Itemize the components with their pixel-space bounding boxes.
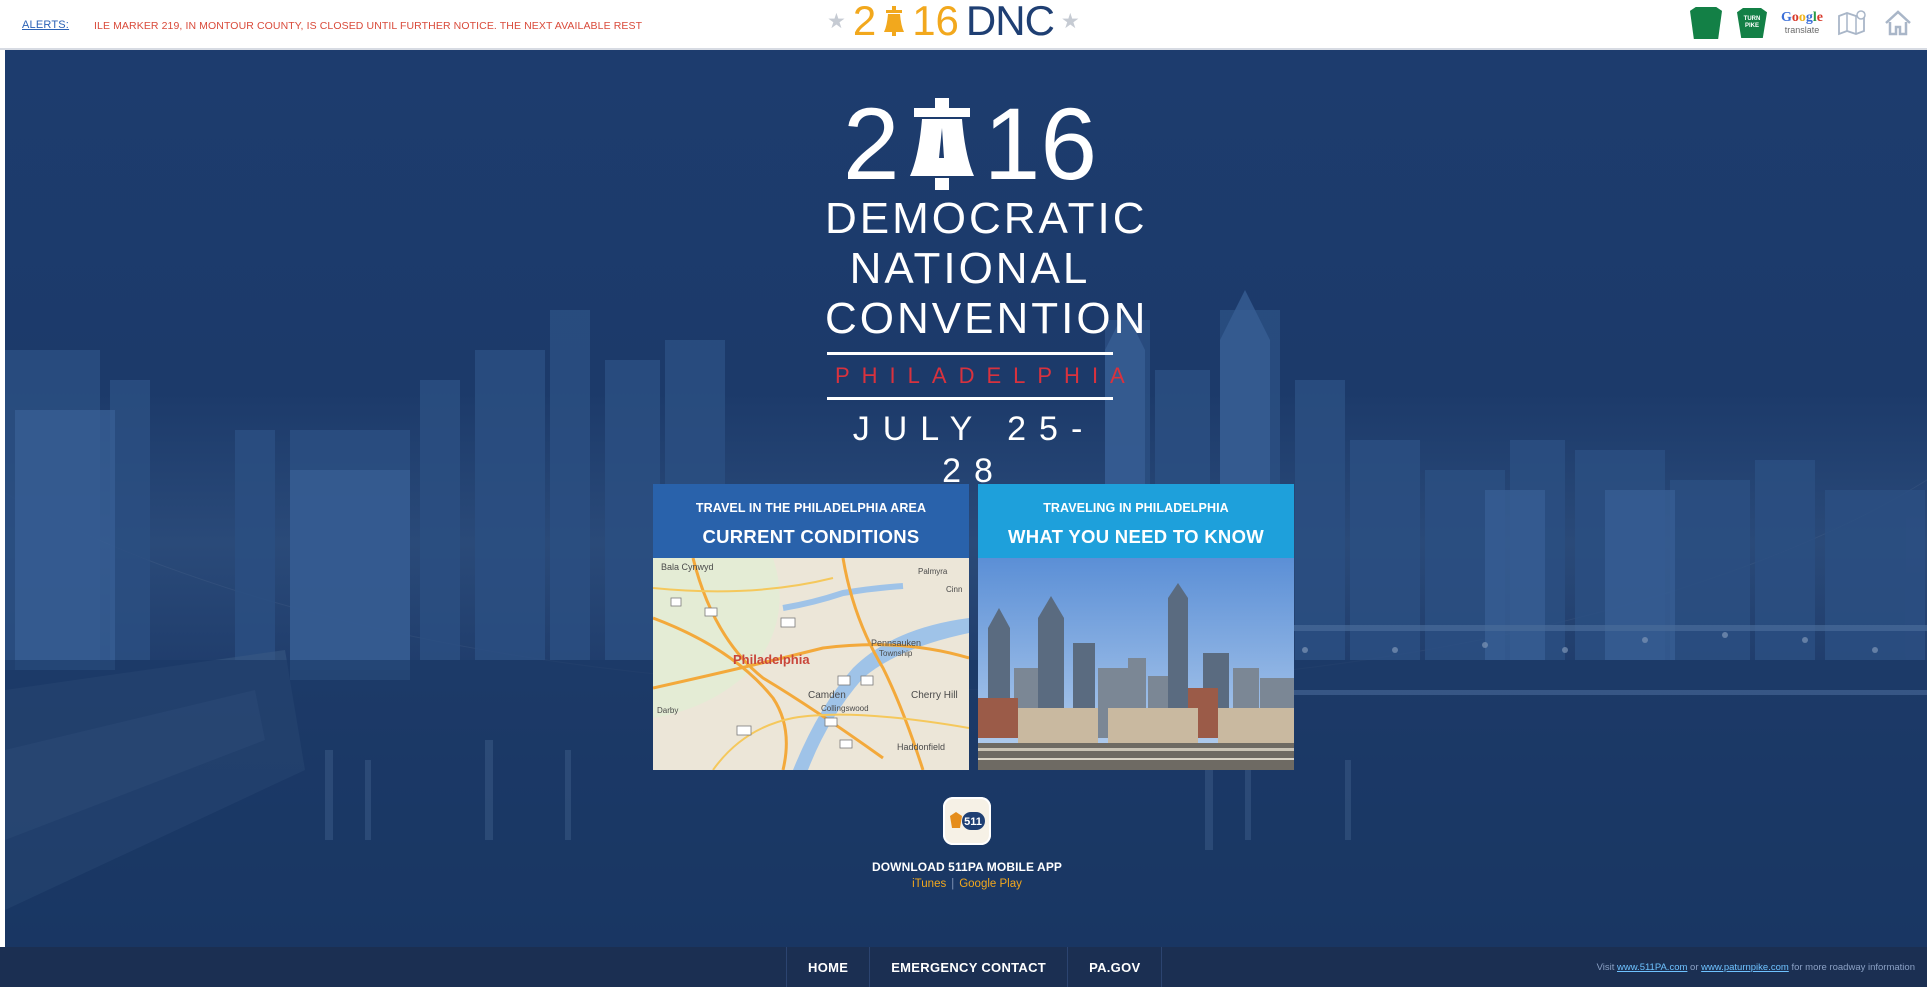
- note-prefix: Visit: [1596, 962, 1615, 973]
- link-separator: |: [951, 878, 955, 890]
- card-header: TRAVELING IN PHILADELPHIA WHAT YOU NEED …: [978, 484, 1294, 558]
- card-subtitle: TRAVELING IN PHILADELPHIA: [1043, 501, 1229, 515]
- liberty-bell-icon: [909, 98, 974, 190]
- logo-convention: CONVENTION: [825, 294, 1149, 343]
- footer-nav: HOME EMERGENCY CONTACT PA.GOV: [786, 947, 1163, 987]
- card-title: WHAT YOU NEED TO KNOW: [1007, 526, 1265, 547]
- star-icon: ★: [1060, 9, 1080, 33]
- card-subtitle: TRAVEL IN THE PHILADELPHIA AREA: [695, 501, 927, 515]
- map-label: Darby: [657, 706, 678, 715]
- alerts-link[interactable]: ALERTS:: [22, 19, 69, 31]
- map-label: Collingswood: [821, 704, 869, 713]
- current-conditions-card[interactable]: TRAVEL IN THE PHILADELPHIA AREA CURRENT …: [653, 484, 969, 770]
- card-header: TRAVEL IN THE PHILADELPHIA AREA CURRENT …: [653, 484, 969, 558]
- map-label: Pennsauken: [871, 638, 921, 648]
- turnpike-text: TURN PIKE: [1737, 8, 1767, 38]
- map-label: Township: [879, 649, 913, 658]
- logo-national: NATIONAL: [849, 244, 1091, 293]
- footer-nav-pa-gov[interactable]: PA.GOV: [1067, 947, 1163, 987]
- year-digit-2: 2: [842, 87, 900, 201]
- map-icon[interactable]: [1835, 6, 1869, 40]
- star-icon: ★: [827, 9, 846, 33]
- top-icon-group: TURN PIKE Google translate: [1689, 6, 1915, 40]
- card-title: CURRENT CONDITIONS: [702, 526, 920, 547]
- liberty-bell-icon: [884, 6, 905, 36]
- logo-divider: [827, 397, 1113, 400]
- link-511pa[interactable]: www.511PA.com: [1617, 962, 1687, 973]
- footer-note: Visit www.511PA.com or www.paturnpike.co…: [1597, 962, 1915, 973]
- philadelphia-map-thumbnail[interactable]: Bala Cynwyd Palmyra Cinn Philadelphia Pe…: [653, 558, 969, 770]
- dnc-2016-logo: 2 16 DEMOCRATIC NATIONAL CONVENTION PHIL…: [825, 87, 1149, 492]
- logo-divider: [827, 352, 1113, 355]
- app-badge-text: 511: [964, 816, 982, 828]
- logo-dnc: DNC: [965, 0, 1055, 44]
- 511pa-app-icon[interactable]: 511: [943, 797, 991, 845]
- year-digits-16: 16: [983, 87, 1098, 201]
- app-store-links: iTunes | Google Play: [785, 878, 1149, 890]
- download-app-label: DOWNLOAD 511PA MOBILE APP: [871, 860, 1063, 874]
- map-label: Bala Cynwyd: [661, 562, 714, 572]
- google-play-link[interactable]: Google Play: [959, 878, 1022, 890]
- alert-ticker[interactable]: ILE MARKER 219, IN MONTOUR COUNTY, IS CL…: [94, 20, 654, 32]
- home-icon[interactable]: [1881, 6, 1915, 40]
- pa-turnpike-icon[interactable]: TURN PIKE: [1735, 6, 1769, 40]
- what-you-need-to-know-card[interactable]: TRAVELING IN PHILADELPHIA WHAT YOU NEED …: [978, 484, 1294, 770]
- map-label: Haddonfield: [897, 742, 945, 752]
- dnc-header-logo[interactable]: ★ 2 16 DNC ★: [827, 0, 1080, 42]
- map-label: Camden: [808, 690, 846, 701]
- hero-section: 2 16 DEMOCRATIC NATIONAL CONVENTION PHIL…: [5, 50, 1927, 947]
- logo-democratic: DEMOCRATIC: [825, 194, 1148, 243]
- map-label: Palmyra: [918, 567, 948, 576]
- note-suffix: for more roadway information: [1791, 962, 1915, 973]
- convention-dates: JULY 25-28: [852, 410, 1096, 490]
- top-bar: ALERTS: ILE MARKER 219, IN MONTOUR COUNT…: [0, 0, 1927, 50]
- map-label: Cherry Hill: [911, 690, 958, 701]
- google-translate-button[interactable]: Google translate: [1781, 7, 1823, 39]
- footer-nav-emergency-contact[interactable]: EMERGENCY CONTACT: [869, 947, 1067, 987]
- link-paturnpike[interactable]: www.paturnpike.com: [1701, 962, 1789, 973]
- logo-digit-2: 2: [852, 0, 877, 44]
- google-word: Google: [1781, 10, 1823, 25]
- google-translate-label: translate: [1784, 25, 1820, 35]
- footer: HOME EMERGENCY CONTACT PA.GOV Visit www.…: [0, 947, 1927, 987]
- philadelphia-skyline-photo[interactable]: [978, 558, 1294, 770]
- map-label: Philadelphia: [733, 652, 810, 667]
- footer-nav-home[interactable]: HOME: [786, 947, 869, 987]
- logo-digits-16: 16: [912, 0, 959, 44]
- logo-city: PHILADELPHIA: [835, 363, 1137, 388]
- logo-year: 2 16: [825, 87, 1115, 201]
- pa-keystone-icon[interactable]: [1689, 6, 1723, 40]
- map-label: Cinn: [946, 585, 962, 594]
- note-or: or: [1690, 962, 1699, 973]
- itunes-link[interactable]: iTunes: [912, 878, 946, 890]
